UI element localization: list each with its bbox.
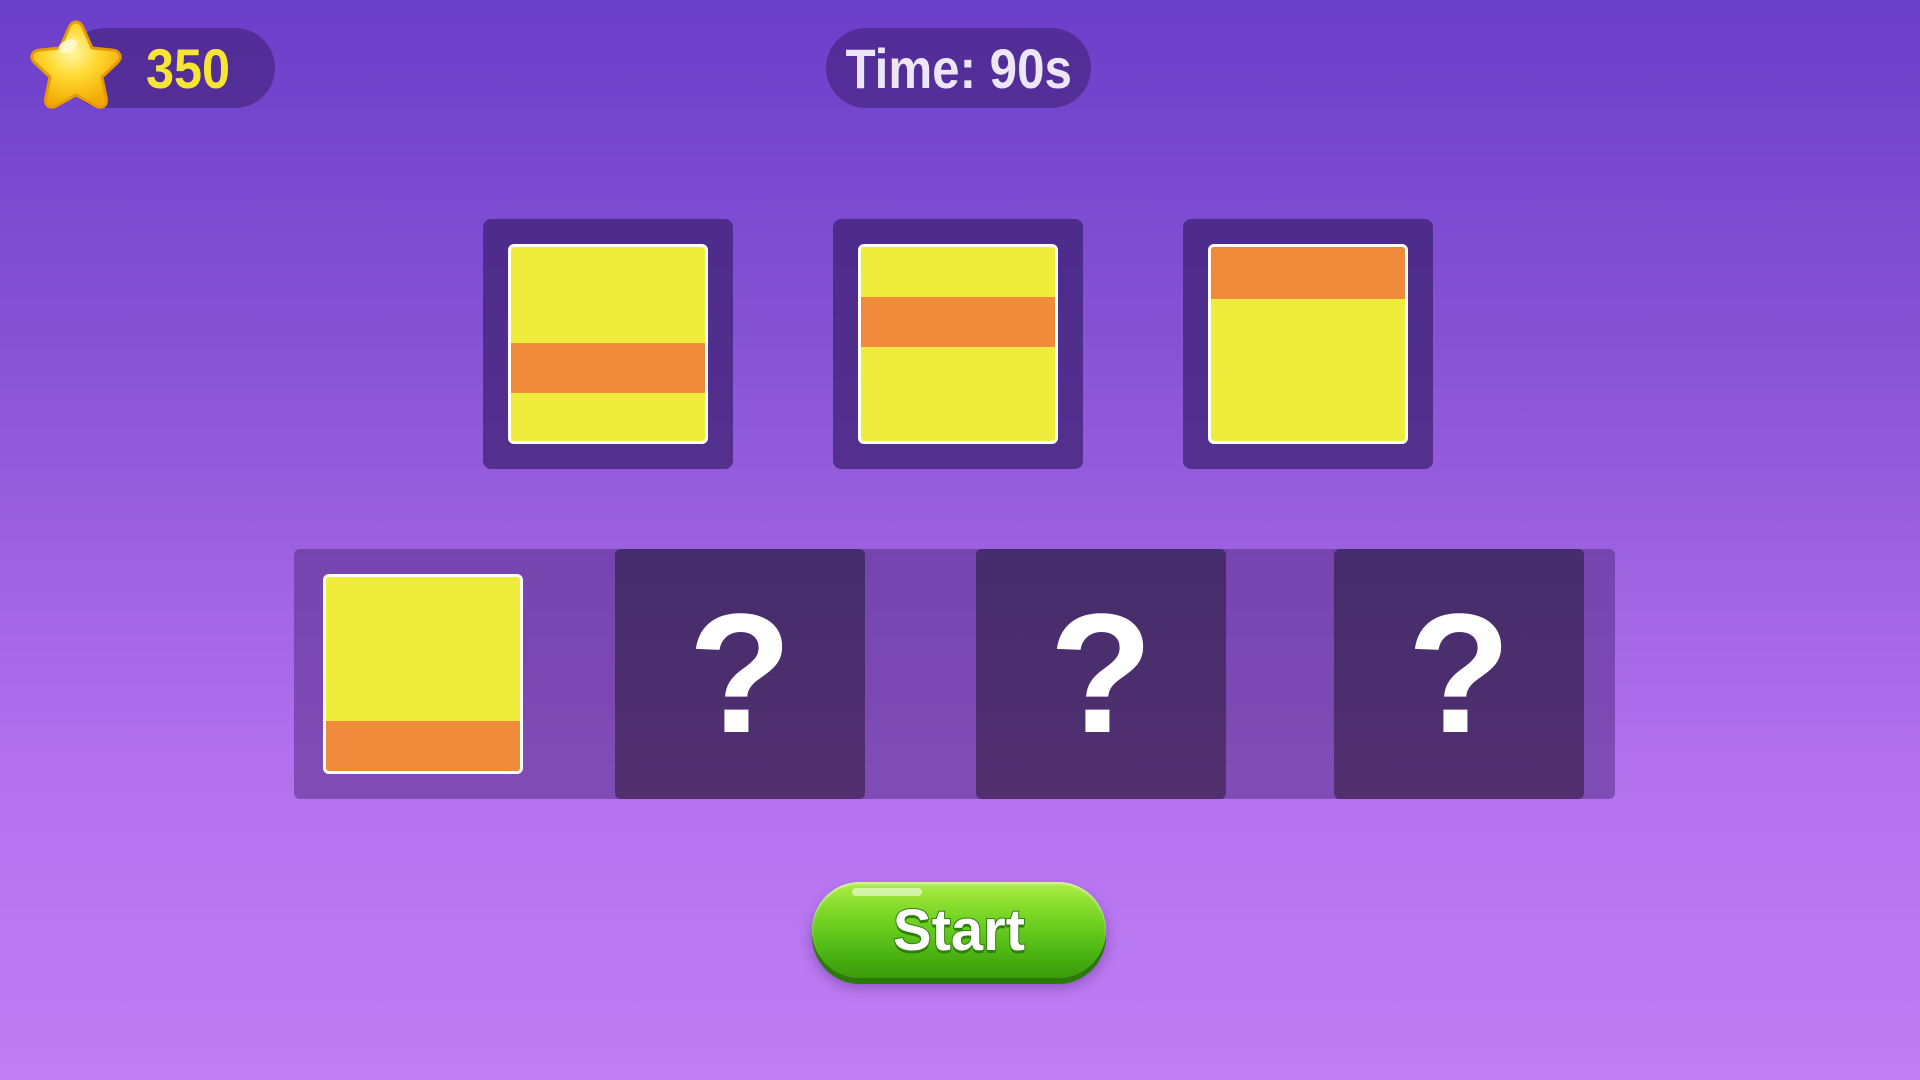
start-button[interactable]: Start [812, 882, 1106, 978]
orange-stripe [861, 297, 1055, 347]
score-value: 350 [146, 37, 231, 100]
answer-slot-3[interactable]: ? [976, 549, 1226, 799]
orange-stripe [326, 721, 520, 771]
pattern-card-3 [1183, 219, 1433, 469]
pattern-card-2 [833, 219, 1083, 469]
orange-stripe [511, 343, 705, 393]
orange-stripe [1211, 247, 1405, 299]
question-mark: ? [1407, 579, 1511, 769]
timer-text: Time: 90s [845, 36, 1072, 100]
star-icon [30, 20, 122, 109]
start-button-label: Start [892, 897, 1026, 964]
pattern-card-1 [483, 219, 733, 469]
question-mark: ? [688, 579, 792, 769]
timer-display: Time: 90s [826, 28, 1091, 108]
answer-slot-1[interactable] [323, 574, 523, 774]
pattern-tile [508, 244, 708, 444]
answer-slot-4[interactable]: ? [1334, 549, 1584, 799]
answer-slot-2[interactable]: ? [615, 549, 865, 799]
pattern-tile [1208, 244, 1408, 444]
pattern-tile [858, 244, 1058, 444]
question-mark: ? [1049, 579, 1153, 769]
